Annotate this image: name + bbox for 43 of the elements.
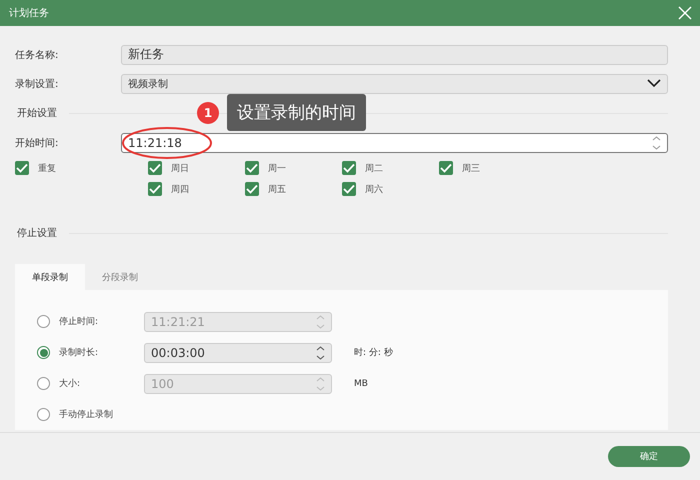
option-label: 停止时间: — [59, 316, 100, 328]
checkbox-label: 周一 — [268, 162, 286, 174]
task-name-field[interactable]: 新任务 — [121, 44, 668, 64]
window-title: 计划任务 — [9, 6, 49, 20]
tab[interactable]: 分段录制 — [85, 264, 155, 290]
checkbox[interactable] — [342, 182, 356, 196]
option-label: 手动停止录制 — [59, 408, 114, 421]
unit-label: MB — [354, 378, 368, 388]
checkbox[interactable] — [342, 161, 356, 175]
record-setting-dropdown[interactable]: 视频录制 — [121, 74, 668, 94]
option-label: 录制时长: — [59, 346, 100, 359]
tab[interactable]: 单段录制 — [15, 264, 85, 290]
checkbox[interactable] — [148, 161, 162, 175]
chevron-down-icon — [647, 79, 661, 88]
section-title: 开始设置 — [17, 106, 57, 120]
checkbox-label: 周二 — [365, 162, 383, 174]
radio-button[interactable] — [37, 408, 50, 421]
unit-label: 时: 分: 秒 — [354, 346, 393, 359]
checkbox[interactable] — [439, 161, 453, 175]
field-label: 开始时间: — [15, 136, 60, 150]
spinner-icon[interactable] — [652, 134, 661, 150]
spinner-icon[interactable] — [316, 344, 325, 360]
checkbox[interactable] — [148, 182, 162, 196]
spin-field[interactable]: 00:03:00 — [144, 342, 332, 362]
checkbox-label: 周六 — [365, 184, 383, 196]
checkbox-label: 周三 — [462, 162, 480, 174]
checkbox-label: 重复 — [38, 162, 56, 174]
field-label: 任务名称: — [15, 48, 60, 62]
start-time-field[interactable]: 11:21:18 — [121, 132, 668, 152]
radio-button[interactable] — [37, 346, 50, 359]
checkbox[interactable] — [245, 161, 259, 175]
field-label: 录制设置: — [15, 78, 60, 90]
checkbox-label: 周日 — [171, 162, 189, 174]
close-icon[interactable] — [678, 6, 692, 20]
checkbox[interactable] — [245, 182, 259, 196]
option-label: 大小: — [59, 378, 82, 390]
step-badge: 1 — [197, 102, 219, 124]
confirm-button[interactable]: 确定 — [608, 446, 690, 467]
tooltip: 设置录制的时间 — [227, 94, 366, 131]
checkbox-label: 周四 — [171, 184, 189, 196]
section-title: 停止设置 — [17, 226, 57, 240]
checkbox[interactable] — [15, 161, 29, 175]
checkbox-label: 周五 — [268, 184, 286, 196]
